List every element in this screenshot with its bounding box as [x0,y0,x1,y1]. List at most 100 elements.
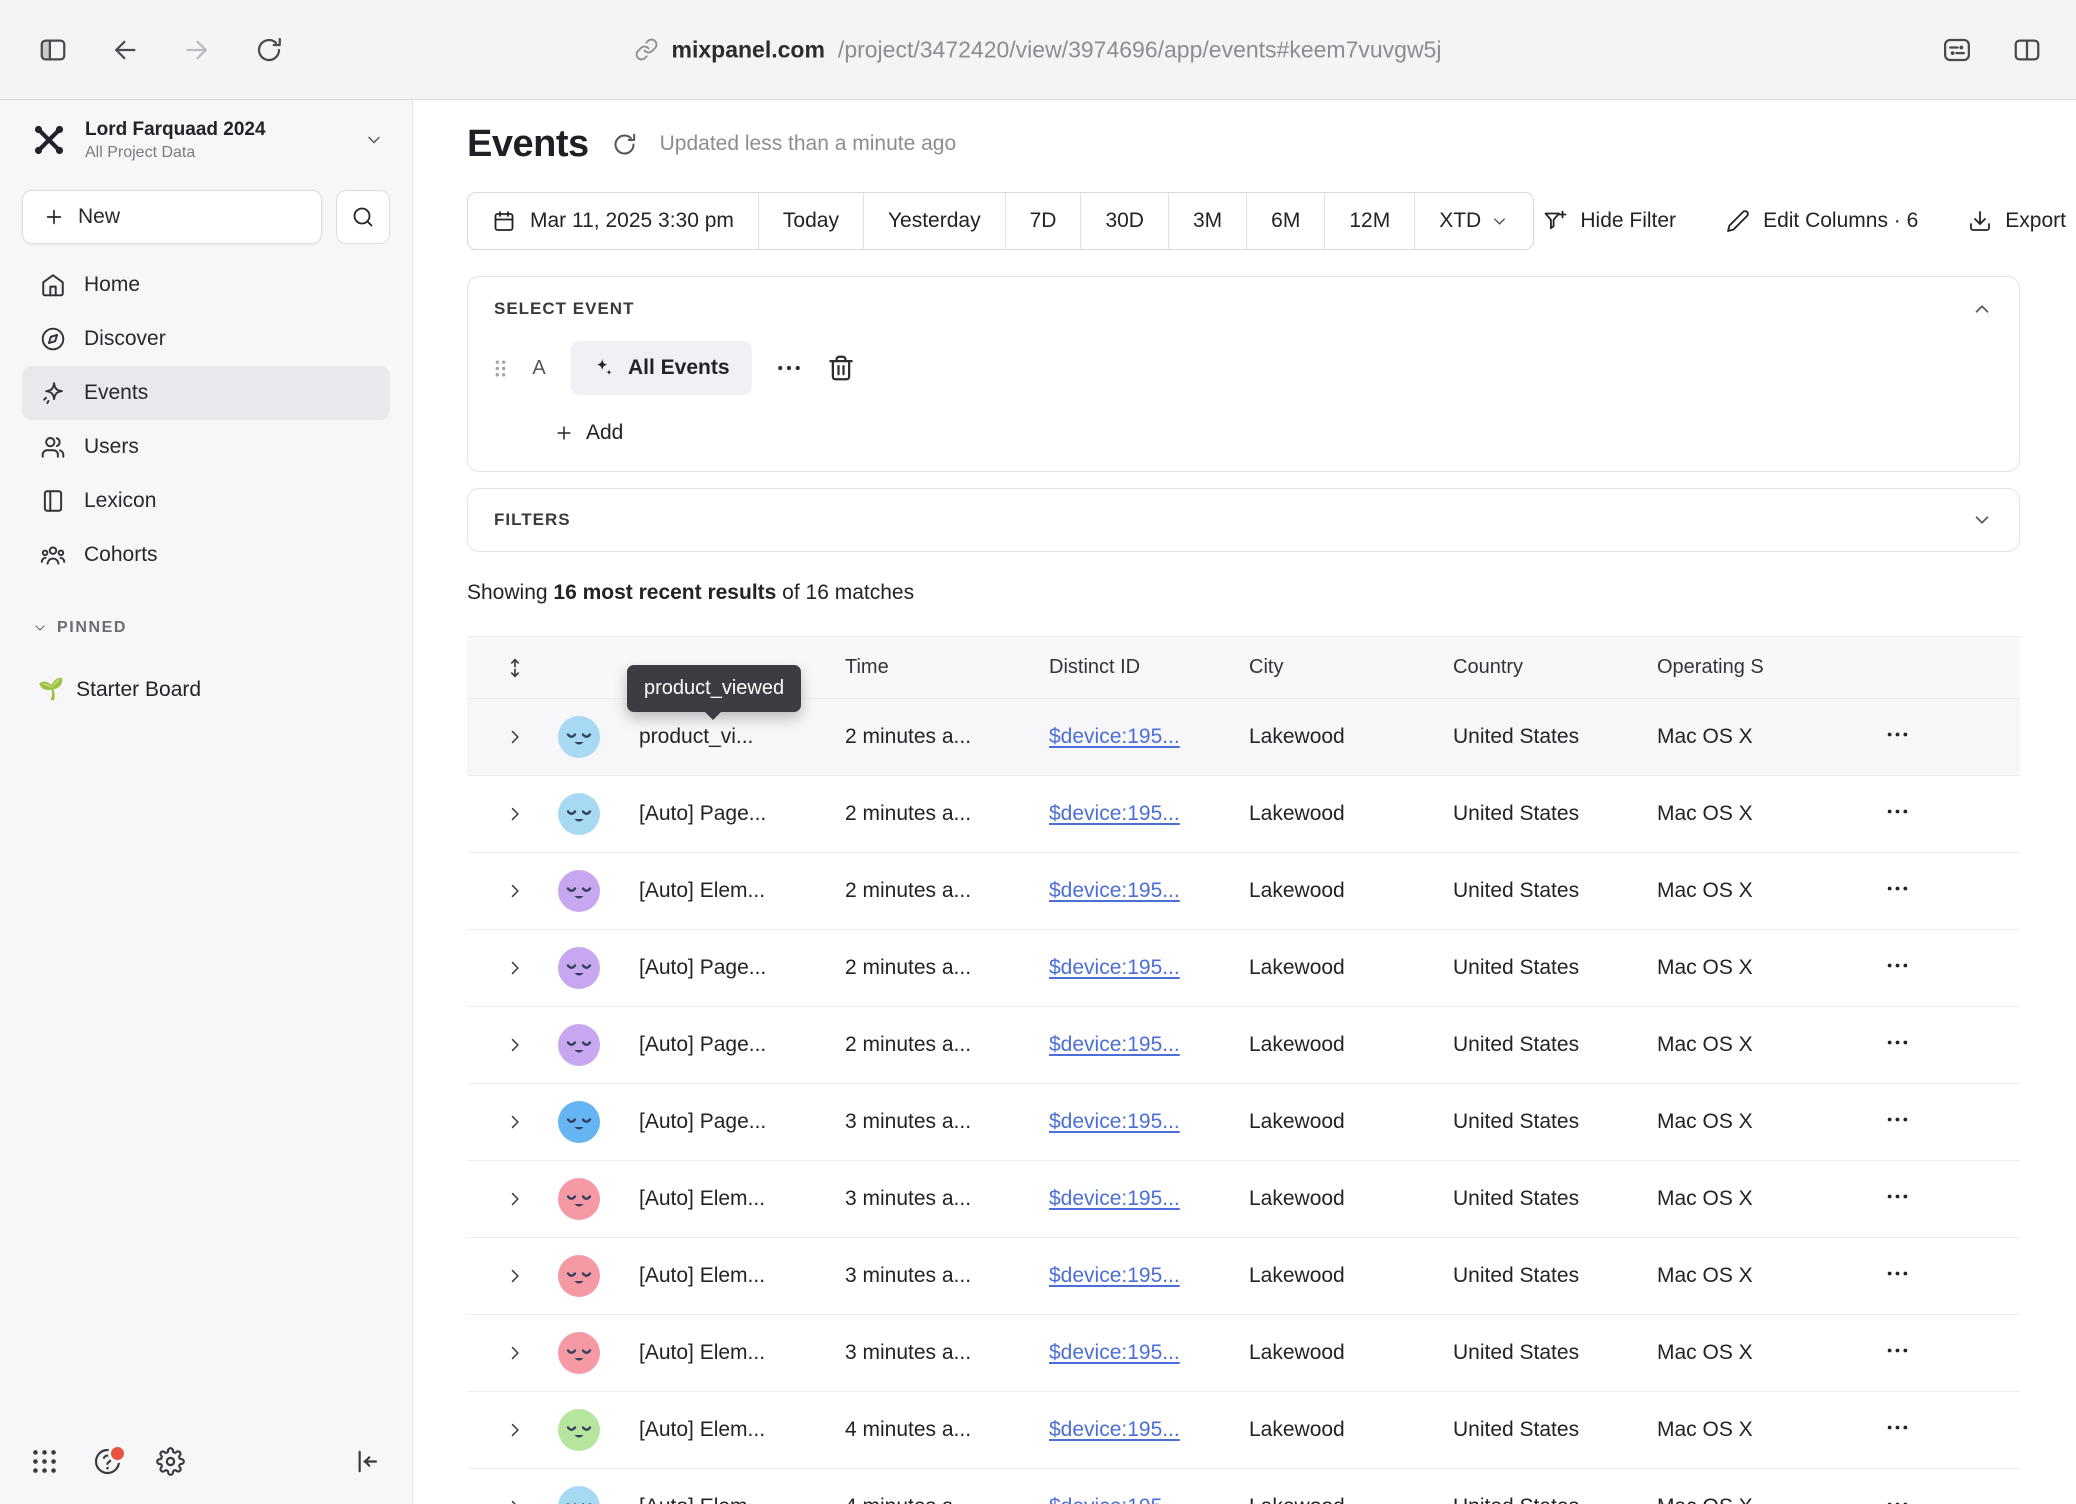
event-name[interactable]: [Auto] Elem... [615,1341,845,1365]
expand-row-icon[interactable] [505,1035,525,1055]
edit-columns-button[interactable]: Edit Columns · 6 [1726,209,1918,233]
row-actions-icon[interactable] [1884,1106,1911,1133]
event-name[interactable]: [Auto] Page... [615,1110,845,1134]
drag-handle-icon[interactable] [494,359,507,378]
expand-row-icon[interactable] [505,1420,525,1440]
distinct-id-link[interactable]: $device:195... [1049,956,1180,979]
row-actions-icon[interactable] [1884,875,1911,902]
expand-all-icon[interactable] [504,657,526,679]
col-header-distinct-id[interactable]: Distinct ID [1049,656,1249,679]
back-icon[interactable] [110,35,140,65]
search-button[interactable] [336,190,390,244]
event-country: United States [1453,1187,1657,1211]
range-12m[interactable]: 12M [1324,193,1414,249]
range-yesterday[interactable]: Yesterday [863,193,1005,249]
hide-filter-button[interactable]: Hide Filter [1543,209,1676,233]
event-os: Mac OS X [1657,1110,1884,1134]
expand-row-icon[interactable] [505,1112,525,1132]
sidebar-item-starter-board[interactable]: 🌱 Starter Board [22,678,390,702]
add-event-button[interactable]: Add [554,419,1993,447]
range-6m[interactable]: 6M [1246,193,1324,249]
browser-reload-icon[interactable] [254,35,284,65]
row-actions-icon[interactable] [1884,1414,1911,1441]
distinct-id-link[interactable]: $device:195... [1049,879,1180,902]
collapse-sidebar-icon[interactable] [353,1447,382,1476]
range-xtd[interactable]: XTD [1414,193,1533,249]
expand-row-icon[interactable] [505,881,525,901]
forward-icon[interactable] [182,35,212,65]
filters-panel[interactable]: FILTERS [467,488,2020,552]
export-button[interactable]: Export [1968,209,2066,233]
sidebar-item-cohorts[interactable]: Cohorts [22,528,390,582]
date-picker[interactable]: Mar 11, 2025 3:30 pm [468,193,758,249]
help-icon[interactable] [93,1447,122,1476]
chevron-down-icon [1490,212,1509,231]
event-city: Lakewood [1249,956,1453,980]
expand-row-icon[interactable] [505,1266,525,1286]
split-view-icon[interactable] [2012,35,2042,65]
sidebar-toggle-icon[interactable] [38,35,68,65]
row-actions-icon[interactable] [1884,1029,1911,1056]
expand-row-icon[interactable] [505,727,525,747]
distinct-id-link[interactable]: $device:195... [1049,1187,1180,1210]
range-3m[interactable]: 3M [1168,193,1246,249]
expand-row-icon[interactable] [505,1497,525,1504]
event-name[interactable]: [Auto] Elem... [615,879,845,903]
pinned-section-toggle[interactable]: PINNED [22,618,390,638]
event-name[interactable]: [Auto] Page... [615,1033,845,1057]
expand-row-icon[interactable] [505,1189,525,1209]
new-button[interactable]: New [22,190,322,244]
row-actions-icon[interactable] [1884,721,1911,748]
refresh-icon[interactable] [611,131,638,158]
event-country: United States [1453,1264,1657,1288]
event-more-icon[interactable] [774,353,804,383]
distinct-id-link[interactable]: $device:195... [1049,725,1180,748]
settings-gear-icon[interactable] [156,1447,185,1476]
row-actions-icon[interactable] [1884,1260,1911,1287]
distinct-id-link[interactable]: $device:195... [1049,1418,1180,1441]
distinct-id-link[interactable]: $device:195... [1049,1264,1180,1287]
event-name[interactable]: [Auto] Elem... [615,1418,845,1442]
all-events-button[interactable]: All Events [571,341,752,395]
event-name[interactable]: product_vi... [615,725,845,749]
event-name[interactable]: [Auto] Elem... [615,1264,845,1288]
col-header-city[interactable]: City [1249,656,1453,679]
range-30d[interactable]: 30D [1080,193,1168,249]
expand-row-icon[interactable] [505,958,525,978]
sidebar-item-events[interactable]: Events [22,366,390,420]
col-header-time[interactable]: Time [845,656,1049,679]
sidebar-item-users[interactable]: Users [22,420,390,474]
distinct-id-link[interactable]: $device:195... [1049,1341,1180,1364]
event-name[interactable]: [Auto] Page... [615,802,845,826]
row-actions-icon[interactable] [1884,1337,1911,1364]
expand-row-icon[interactable] [505,804,525,824]
project-switcher[interactable]: Lord Farquaad 2024 All Project Data [22,116,390,164]
event-name[interactable]: [Auto] Page... [615,956,845,980]
distinct-id-link[interactable]: $device:195... [1049,802,1180,825]
row-actions-icon[interactable] [1884,952,1911,979]
distinct-id-link[interactable]: $device:195... [1049,1110,1180,1133]
event-name[interactable]: [Auto] Elem... [615,1187,845,1211]
expand-row-icon[interactable] [505,1343,525,1363]
apps-grid-icon[interactable] [30,1447,59,1476]
url-bar[interactable]: mixpanel.com/project/3472420/view/397469… [635,36,1442,63]
event-os: Mac OS X [1657,1187,1884,1211]
range-7d[interactable]: 7D [1005,193,1081,249]
distinct-id-link[interactable]: $device:195... [1049,1495,1180,1504]
col-header-operating-system[interactable]: Operating S [1657,656,1884,679]
sidebar-item-home[interactable]: Home [22,258,390,312]
event-name[interactable]: [Auto] Elem... [615,1495,845,1504]
row-actions-icon[interactable] [1884,798,1911,825]
distinct-id-link[interactable]: $device:195... [1049,1033,1180,1056]
range-today[interactable]: Today [758,193,863,249]
sidebar-item-lexicon[interactable]: Lexicon [22,474,390,528]
row-actions-icon[interactable] [1884,1183,1911,1210]
trash-icon[interactable] [826,353,856,383]
row-actions-icon[interactable] [1884,1491,1911,1504]
sidebar-item-discover[interactable]: Discover [22,312,390,366]
col-header-country[interactable]: Country [1453,656,1657,679]
cohorts-icon [40,542,66,568]
page-settings-icon[interactable] [1942,35,1972,65]
collapse-panel-icon[interactable] [1971,298,1993,320]
add-label: Add [586,421,623,445]
